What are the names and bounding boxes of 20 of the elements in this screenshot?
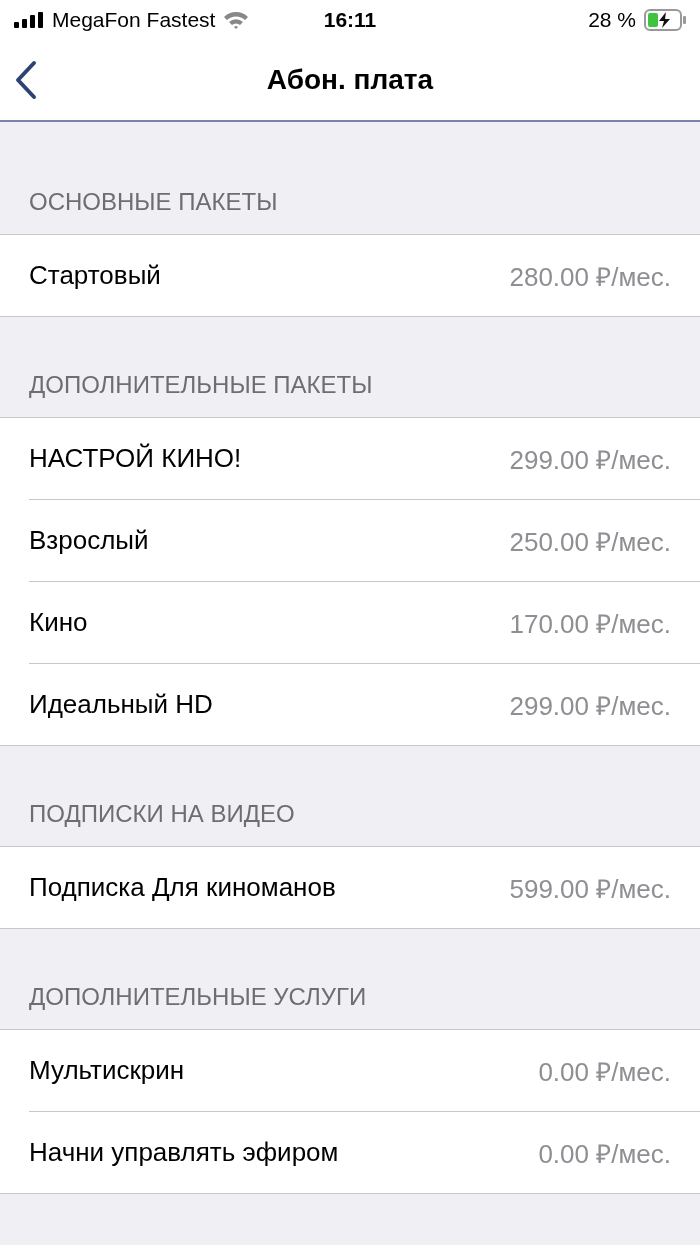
back-button[interactable] [14, 60, 38, 100]
screen-title: Абон. плата [266, 64, 434, 96]
list-row[interactable]: Стартовый 280.00 ₽/мес. [0, 235, 700, 316]
carrier-name: MegaFon Fastest [52, 8, 216, 32]
section-header: ДОПОЛНИТЕЛЬНЫЕ ПАКЕТЫ [29, 371, 373, 399]
wifi-icon [223, 10, 250, 30]
clock-time: 16:11 [323, 8, 377, 32]
list-row[interactable]: Идеальный HD 299.00 ₽/мес. [29, 663, 700, 745]
section-header: ДОПОЛНИТЕЛЬНЫЕ УСЛУГИ [29, 983, 367, 1011]
list-row[interactable]: НАСТРОЙ КИНО! 299.00 ₽/мес. [0, 418, 700, 499]
list-row[interactable]: Подписка Для киноманов 599.00 ₽/мес. [0, 847, 700, 928]
section-header: ОСНОВНЫЕ ПАКЕТЫ [29, 188, 278, 216]
battery-charging-icon [644, 9, 686, 31]
section-header: ПОДПИСКИ НА ВИДЕО [29, 800, 295, 828]
list-row[interactable]: Взрослый 250.00 ₽/мес. [29, 499, 700, 581]
battery-percent: 28 % [588, 8, 636, 32]
list-row[interactable]: Начни управлять эфиром 0.00 ₽/мес. [29, 1111, 700, 1193]
list-row[interactable]: Мультискрин 0.00 ₽/мес. [0, 1030, 700, 1111]
list-row[interactable]: Кино 170.00 ₽/мес. [29, 581, 700, 663]
signal-icon [14, 12, 44, 28]
